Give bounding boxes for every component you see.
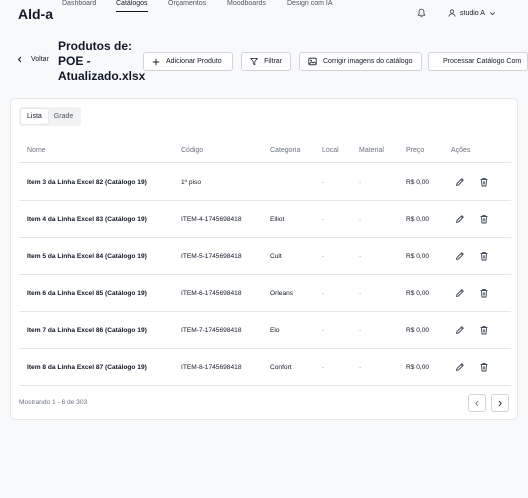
process-catalog-label: Processar Catálogo Com [443, 58, 522, 65]
product-material: - [359, 253, 362, 260]
nav-item-catalogos[interactable]: Catálogos [116, 0, 148, 12]
product-name: Item 5 da Linha Excel 84 (Catálogo 19) [27, 253, 147, 260]
table-row[interactable]: Item 5 da Linha Excel 84 (Catálogo 19) I… [19, 238, 511, 275]
product-category: Orleans [270, 290, 294, 297]
previous-page-button[interactable] [468, 394, 486, 412]
product-location: - [322, 364, 325, 371]
brand-logo[interactable]: Ald-a [18, 6, 53, 22]
table-header: Nome Código Categoria Local Material Pre… [19, 145, 511, 163]
trash-icon[interactable] [479, 362, 489, 372]
column-header-location: Local [322, 147, 339, 154]
pencil-icon[interactable] [455, 214, 465, 224]
tab-grade[interactable]: Grade [48, 109, 79, 124]
filter-button[interactable]: Filtrar [241, 52, 291, 71]
pencil-icon[interactable] [455, 177, 465, 187]
table-row[interactable]: Item 6 da Linha Excel 85 (Catálogo 19) I… [19, 275, 511, 312]
fix-images-label: Corrigir imagens do catálogo [323, 58, 413, 65]
product-material: - [359, 290, 362, 297]
bell-icon[interactable] [417, 8, 426, 18]
column-header-actions: Ações [451, 147, 471, 154]
table-row[interactable]: Item 3 da Linha Excel 82 (Catálogo 19) 1… [19, 164, 511, 201]
product-price: R$ 0,00 [406, 290, 430, 297]
plus-icon [152, 58, 160, 65]
chevron-right-icon [498, 400, 502, 406]
product-price: R$ 0,00 [406, 327, 430, 334]
product-code: ITEM-4-1745698418 [181, 216, 242, 223]
product-material: - [359, 179, 362, 186]
product-category: Elo [270, 327, 280, 334]
column-header-code: Código [181, 147, 204, 154]
chevron-left-icon [475, 400, 479, 406]
nav-item-orcamentos[interactable]: Orçamentos [168, 0, 206, 7]
pencil-icon[interactable] [455, 288, 465, 298]
product-price: R$ 0,00 [406, 253, 430, 260]
product-code: ITEM-6-1745698418 [181, 290, 242, 297]
product-name: Item 3 da Linha Excel 82 (Catálogo 19) [27, 179, 147, 186]
column-header-price: Preço [406, 147, 425, 154]
top-navigation: Ald-a Dashboard Catálogos Orçamentos Moo… [0, 0, 528, 30]
product-name: Item 7 da Linha Excel 86 (Catálogo 19) [27, 327, 147, 334]
product-code: ITEM-7-1745698418 [181, 327, 242, 334]
page-header: Voltar Produtos de: POE - Atualizado.xls… [0, 30, 528, 88]
product-location: - [322, 327, 325, 334]
table-row[interactable]: Item 7 da Linha Excel 86 (Catálogo 19) I… [19, 312, 511, 349]
column-header-category: Categoria [270, 147, 301, 154]
product-material: - [359, 364, 362, 371]
column-header-name: Nome [27, 147, 46, 154]
product-location: - [322, 253, 325, 260]
product-name: Item 8 da Linha Excel 87 (Catálogo 19) [27, 364, 147, 371]
product-code: ITEM-8-1745698418 [181, 364, 242, 371]
next-page-button[interactable] [491, 394, 509, 412]
product-code: 1º piso [181, 179, 202, 186]
user-icon [448, 9, 456, 17]
product-name: Item 4 da Linha Excel 83 (Catálogo 19) [27, 216, 147, 223]
table-row[interactable]: Item 4 da Linha Excel 83 (Catálogo 19) I… [19, 201, 511, 238]
nav-item-design-com-ia[interactable]: Design com IA [287, 0, 333, 7]
page-title: Produtos de: POE - Atualizado.xlsx [58, 39, 146, 83]
fix-images-button[interactable]: Corrigir imagens do catálogo [299, 52, 422, 71]
product-material: - [359, 216, 362, 223]
process-catalog-button[interactable]: Processar Catálogo Com [428, 52, 528, 71]
product-price: R$ 0,00 [406, 216, 430, 223]
product-name: Item 6 da Linha Excel 85 (Catálogo 19) [27, 290, 147, 297]
nav-item-dashboard[interactable]: Dashboard [62, 0, 96, 7]
add-product-button[interactable]: Adicionar Produto [143, 52, 233, 71]
trash-icon[interactable] [479, 177, 489, 187]
image-icon [308, 57, 317, 66]
product-location: - [322, 216, 325, 223]
column-header-material: Material [359, 147, 384, 154]
product-price: R$ 0,00 [406, 179, 430, 186]
product-price: R$ 0,00 [406, 364, 430, 371]
view-tabs: Lista Grade [19, 107, 82, 126]
trash-icon[interactable] [479, 251, 489, 261]
chevron-down-icon [489, 11, 495, 15]
pencil-icon[interactable] [455, 325, 465, 335]
product-category: Cult [270, 253, 282, 260]
user-name: studio A [460, 9, 485, 17]
trash-icon[interactable] [479, 325, 489, 335]
products-card: Lista Grade Nome Código Categoria Local … [10, 98, 518, 420]
filter-label: Filtrar [264, 58, 282, 65]
nav-item-moodboards[interactable]: Moodboards [227, 0, 266, 7]
trash-icon[interactable] [479, 214, 489, 224]
pencil-icon[interactable] [455, 251, 465, 261]
product-category: Confort [270, 364, 292, 371]
chevron-left-icon [17, 56, 22, 63]
tab-lista[interactable]: Lista [21, 109, 48, 124]
product-material: - [359, 327, 362, 334]
pencil-icon[interactable] [455, 362, 465, 372]
table-row[interactable]: Item 8 da Linha Excel 87 (Catálogo 19) I… [19, 349, 511, 386]
product-location: - [322, 179, 325, 186]
product-code: ITEM-5-1745698418 [181, 253, 242, 260]
add-product-label: Adicionar Produto [166, 58, 222, 65]
back-label: Voltar [31, 56, 49, 63]
filter-icon [250, 57, 258, 66]
product-category: Elliot [270, 216, 285, 223]
user-menu[interactable]: studio A [448, 9, 496, 17]
product-location: - [322, 290, 325, 297]
pagination-summary: Mostrando 1 - 6 de 303 [19, 399, 88, 406]
trash-icon[interactable] [479, 288, 489, 298]
back-button[interactable]: Voltar [17, 56, 49, 63]
